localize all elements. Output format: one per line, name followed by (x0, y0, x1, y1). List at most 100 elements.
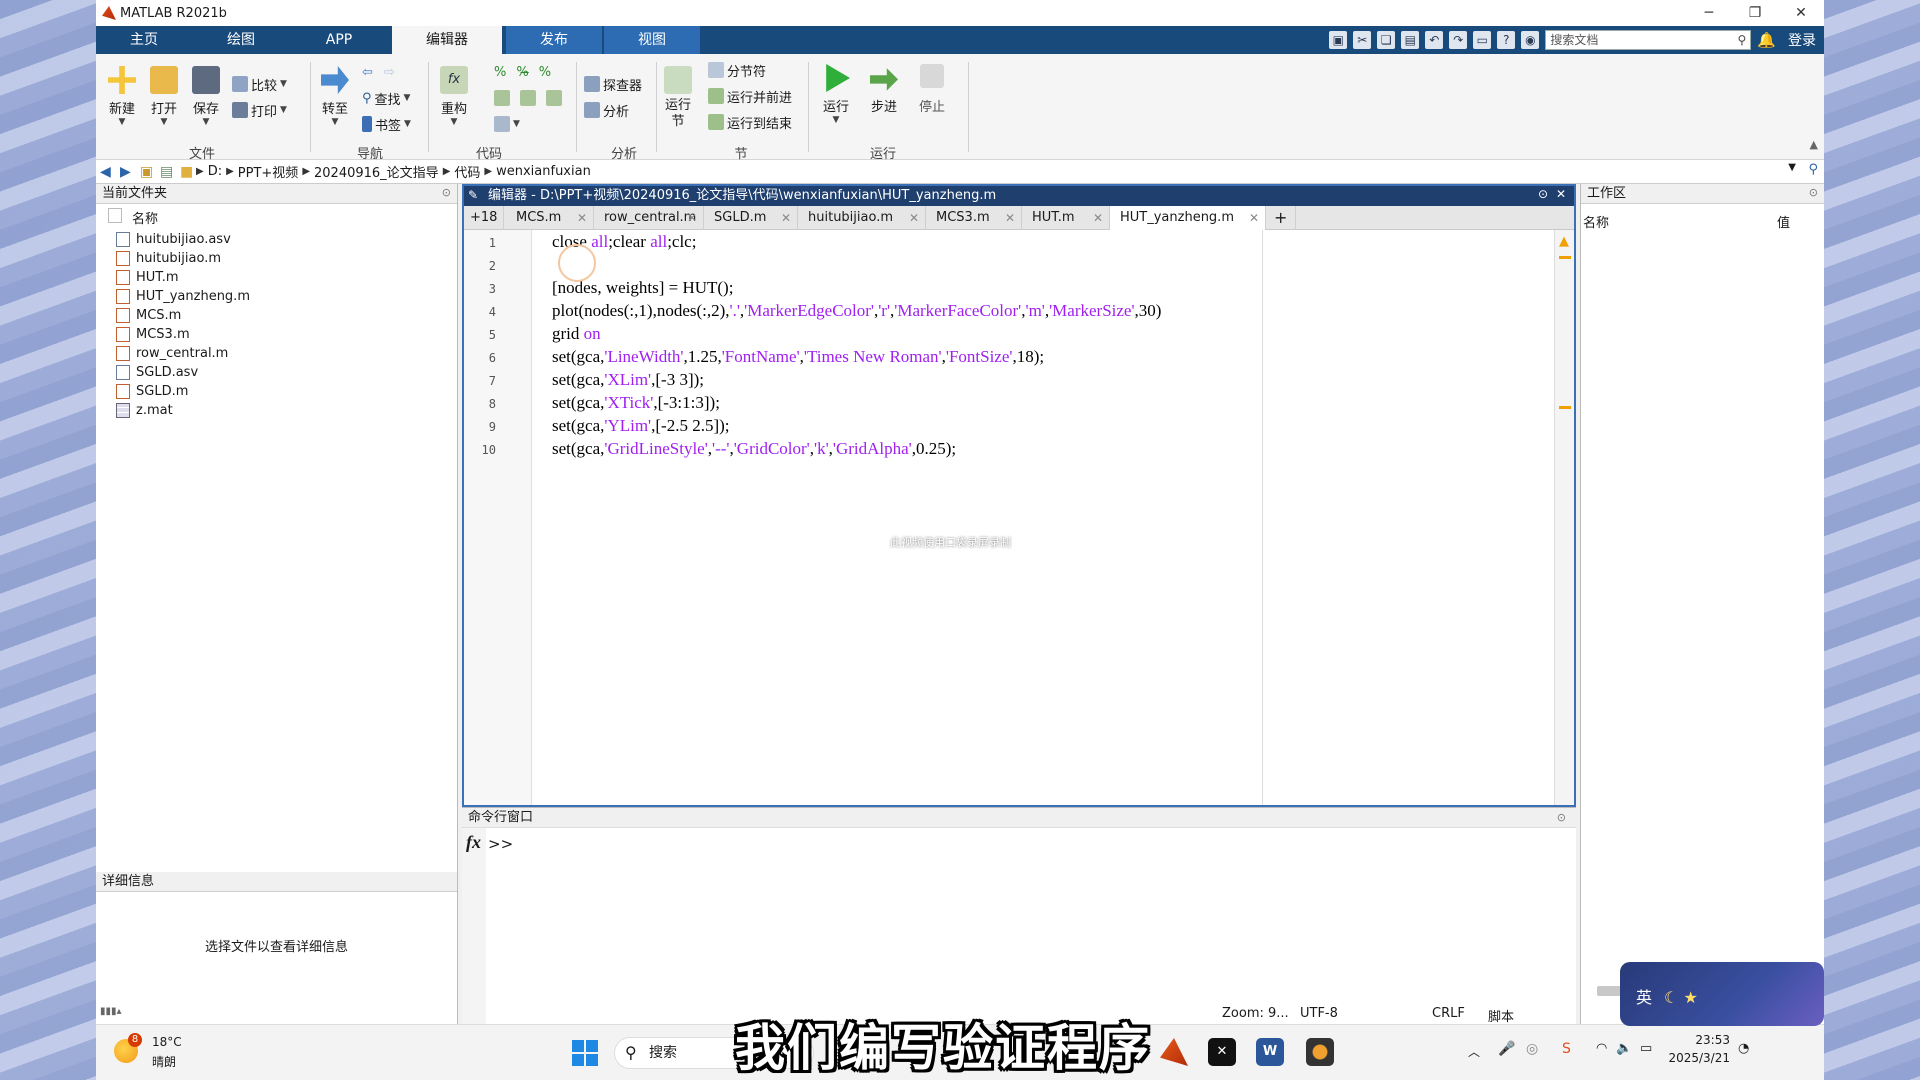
minimize-button[interactable]: ─ (1686, 0, 1732, 26)
run-advance-button[interactable]: 运行并前进 (708, 86, 792, 106)
tray-s-icon[interactable]: S (1562, 1041, 1571, 1057)
run-to-end-button[interactable]: 运行到结束 (708, 112, 792, 132)
file-list-item[interactable]: MCS3.m (116, 325, 190, 344)
compare-button[interactable]: 比较 ▼ (232, 74, 287, 94)
recorder-icon[interactable] (1306, 1038, 1334, 1066)
editor-tab-active[interactable]: HUT_yanzheng.m ✕ (1110, 206, 1266, 230)
restore-button[interactable]: ❐ (1732, 0, 1778, 26)
back-arrow-icon[interactable]: ⇦ (362, 65, 373, 80)
notification-icon[interactable]: ◔ (1738, 1041, 1749, 1056)
copy-icon[interactable]: ❏ (1377, 31, 1396, 49)
path-segment[interactable]: PPT+视频 (238, 162, 299, 181)
file-list-item[interactable]: SGLD.asv (116, 363, 198, 382)
tab-apps[interactable]: APP (290, 26, 388, 54)
editor-menu-icon[interactable]: ⊙ (1538, 187, 1548, 201)
more-tabs-button[interactable]: +18 (464, 206, 504, 230)
comment-buttons[interactable]: % %̶% (494, 62, 551, 82)
smart-indent-icon[interactable] (494, 90, 510, 106)
warning-icon[interactable]: ▲ (1559, 234, 1569, 249)
tab-plots[interactable]: 绘图 (192, 26, 290, 54)
file-list-item[interactable]: huitubijiao.m (116, 249, 221, 268)
command-window[interactable]: 命令行窗口 ⊙ fx >> (462, 807, 1576, 1024)
new-tab-button[interactable]: + (1266, 206, 1296, 230)
tab-home[interactable]: 主页 (96, 26, 192, 54)
bookmark-button[interactable]: 书签 ▼ (362, 114, 411, 134)
section-break-button[interactable]: 分节符 (708, 60, 766, 80)
refactor-button[interactable]: fx 重构 ▼ (436, 66, 472, 127)
weather-desc[interactable]: 晴朗 (152, 1053, 176, 1070)
browse-icon[interactable]: ▤ (160, 164, 176, 180)
bell-icon[interactable]: 🔔 (1757, 31, 1776, 49)
file-list-item[interactable]: row_central.m (116, 344, 228, 363)
volume-icon[interactable]: 🔈 (1616, 1041, 1632, 1056)
panel-menu-icon[interactable]: ⊙ (442, 186, 451, 199)
word-icon[interactable]: W (1256, 1038, 1284, 1066)
back-icon[interactable]: ◀ (100, 164, 116, 180)
open-button[interactable]: 打开 ▼ (146, 66, 182, 127)
indent-buttons[interactable] (494, 88, 562, 108)
cut-icon[interactable]: ✂ (1353, 31, 1372, 49)
path-segment[interactable]: 代码 (454, 162, 480, 181)
editor-close-icon[interactable]: ✕ (1556, 187, 1566, 201)
weather-temp[interactable]: 18°C (152, 1035, 182, 1049)
new-button[interactable]: 新建 ▼ (104, 66, 140, 127)
tab-editor[interactable]: 编辑器 (392, 26, 502, 54)
up-folder-icon[interactable]: ▣ (140, 164, 156, 180)
capcut-icon[interactable]: ✕ (1208, 1038, 1236, 1066)
clock-time[interactable]: 23:53 (1684, 1033, 1730, 1047)
login-link[interactable]: 登录 (1788, 30, 1816, 50)
back-forward-buttons[interactable]: ⇦ ⇨ (362, 62, 395, 82)
insert-button[interactable]: ▼ (494, 114, 520, 134)
editor-tab[interactable]: huitubijiao.m ✕ (798, 206, 926, 230)
ws-col-value[interactable]: 值 (1777, 212, 1790, 231)
tray-app-icon[interactable]: ◎ (1526, 1041, 1538, 1057)
editor-tab[interactable]: HUT.m ✕ (1022, 206, 1110, 230)
path-search-icon[interactable]: ⚲ (1808, 162, 1818, 177)
community-icon[interactable]: ◉ (1521, 31, 1540, 49)
path-segment[interactable]: D: (208, 164, 222, 179)
undo-icon[interactable]: ↶ (1425, 31, 1444, 49)
run-button[interactable]: 运行 ▼ (818, 64, 854, 125)
editor-tab[interactable]: MCS.m ✕ (506, 206, 594, 230)
file-list-item[interactable]: z.mat (116, 401, 173, 420)
decrease-indent-icon[interactable] (520, 90, 536, 106)
editor-tab[interactable]: row_central.m ✕ (594, 206, 704, 230)
analyze-button[interactable]: 分析 (584, 100, 629, 120)
comment-icon[interactable]: % (494, 65, 506, 80)
code-analyzer-bar[interactable]: ▲ (1554, 230, 1574, 805)
uncomment-icon[interactable]: %̶ (516, 65, 528, 80)
forward-icon[interactable]: ▶ (120, 164, 136, 180)
tab-view[interactable]: 视图 (604, 26, 700, 54)
wifi-icon[interactable]: ◠ (1596, 1041, 1607, 1056)
battery-icon[interactable]: ▭ (1640, 1041, 1652, 1056)
warning-marker[interactable] (1559, 256, 1571, 259)
tray-overflow-icon[interactable]: ︿ (1468, 1043, 1480, 1060)
forward-arrow-icon[interactable]: ⇨ (384, 65, 395, 80)
path-dropdown-icon[interactable]: ▼ (1788, 162, 1796, 173)
clock-date[interactable]: 2025/3/21 (1660, 1051, 1730, 1065)
doc-search-input[interactable]: 搜索文档 ⚲ (1545, 30, 1752, 50)
file-list-item[interactable]: huitubijiao.asv (116, 230, 231, 249)
save-button[interactable]: 保存 ▼ (188, 66, 224, 127)
tab-publish[interactable]: 发布 (506, 26, 602, 54)
warning-marker[interactable] (1559, 406, 1571, 409)
help-icon[interactable]: ? (1497, 31, 1516, 49)
file-list-item[interactable]: SGLD.m (116, 382, 188, 401)
microphone-icon[interactable]: 🎤 (1498, 1041, 1515, 1057)
run-section-button[interactable]: 运行 节 (662, 66, 694, 130)
find-button[interactable]: ⚲ 查找 ▼ (362, 88, 410, 108)
matlab-taskbar-icon[interactable] (1160, 1038, 1188, 1066)
collapse-ribbon-icon[interactable]: ▲ (1810, 138, 1818, 151)
file-list-item[interactable]: HUT.m (116, 268, 179, 287)
workspace-menu-icon[interactable]: ⊙ (1809, 186, 1818, 199)
print-button[interactable]: 打印 ▼ (232, 100, 287, 120)
ime-widget[interactable]: 英 ☾ ★ (1620, 962, 1824, 1026)
ws-col-name[interactable]: 名称 (1583, 212, 1609, 231)
function-browser-icon[interactable]: fx (466, 832, 481, 853)
paste-icon[interactable]: ▤ (1401, 31, 1420, 49)
step-button[interactable]: 步进 (866, 64, 902, 115)
goto-button[interactable]: 转至 ▼ (318, 66, 352, 127)
name-column-header[interactable]: 名称 (108, 208, 158, 227)
increase-indent-icon[interactable] (546, 90, 562, 106)
cmd-menu-icon[interactable]: ⊙ (1557, 811, 1566, 824)
